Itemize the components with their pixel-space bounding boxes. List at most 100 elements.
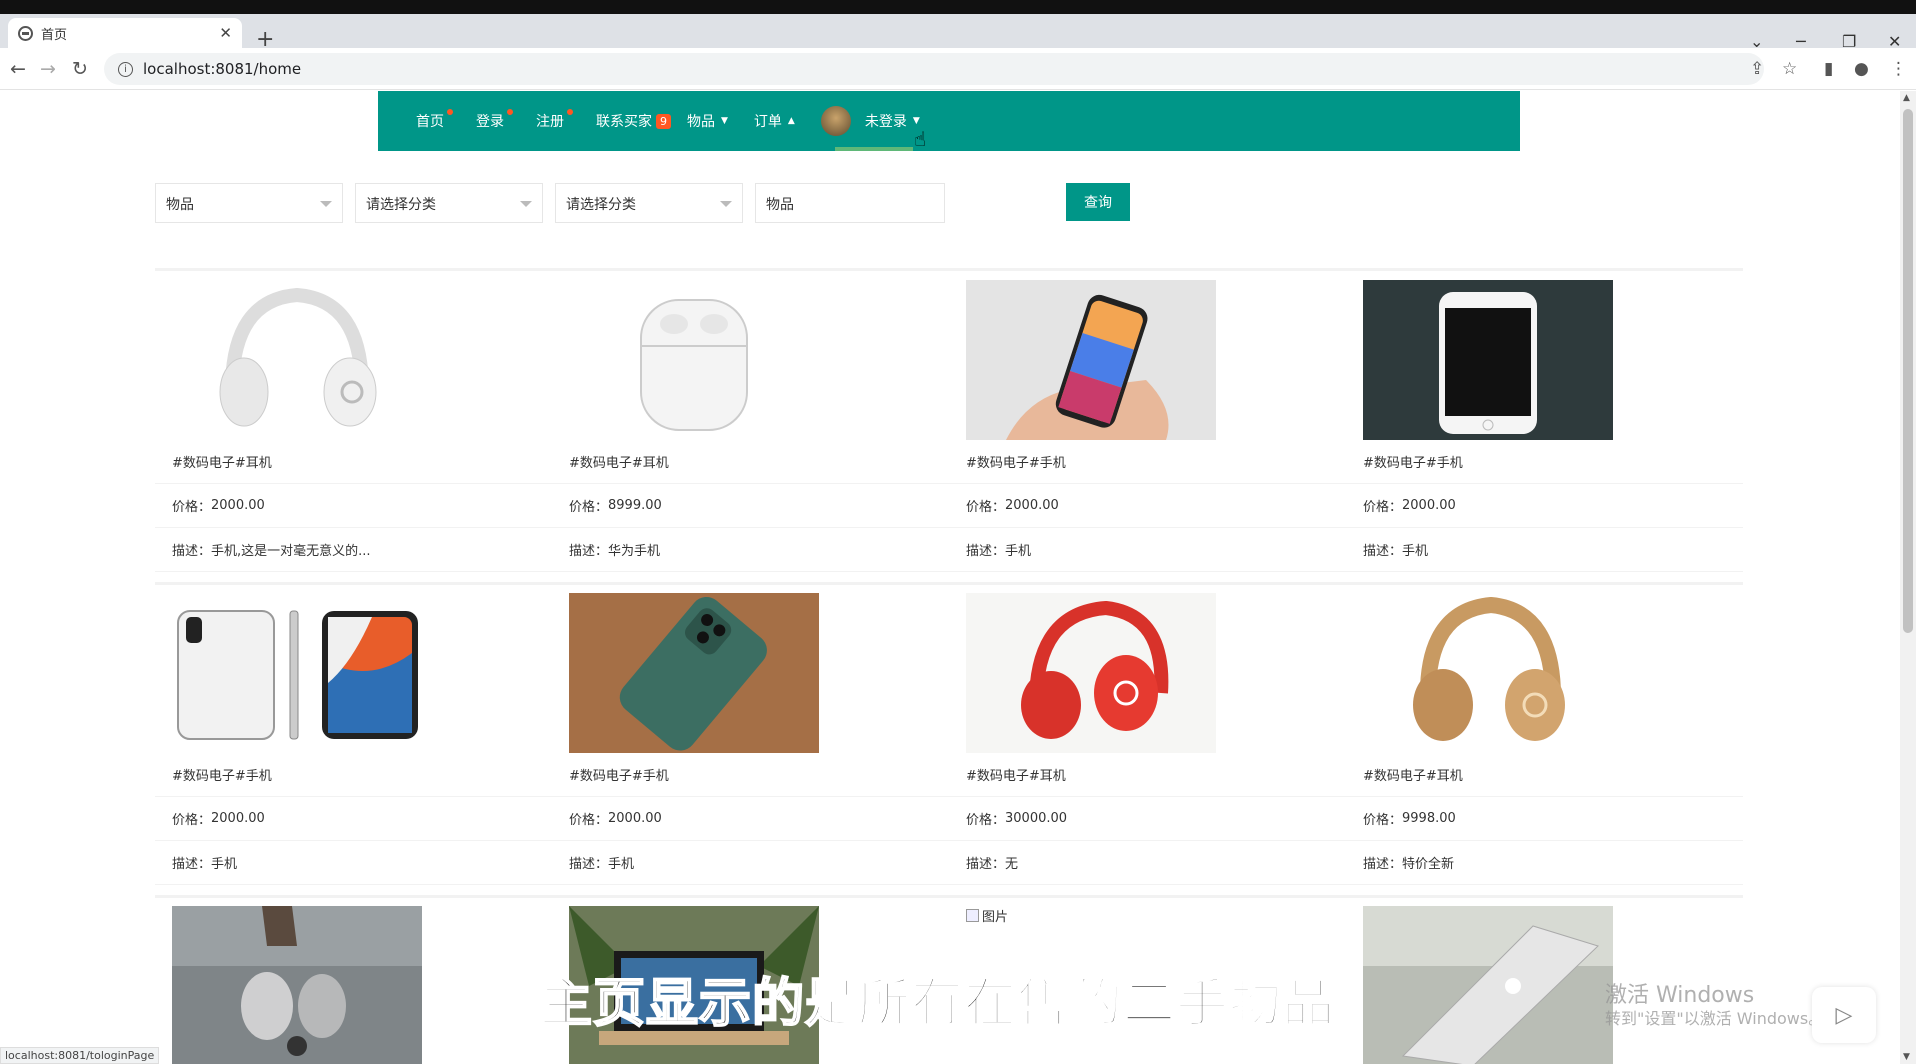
query-button[interactable]: 查询 [1066, 183, 1130, 221]
scroll-down-icon[interactable]: ▼ [1903, 1052, 1910, 1062]
product-image[interactable] [1363, 280, 1613, 440]
product-desc-row: 描述： 手机 [155, 841, 552, 885]
browser-tab[interactable]: 首页 ✕ [8, 18, 242, 48]
reload-icon[interactable]: ↻ [72, 58, 88, 80]
category-select-1[interactable]: 请选择分类 [355, 183, 543, 223]
nav-items-menu[interactable]: 物品 ▼ [687, 111, 728, 131]
broken-image[interactable]: 图片 [966, 906, 1008, 925]
grey-headphones-image [172, 906, 422, 1064]
nav-home-label: 首页 [416, 114, 444, 130]
divider [155, 268, 1743, 271]
white-headphones-image [172, 280, 422, 440]
desc-value: 无 [1005, 857, 1019, 872]
dropdown-arrow-icon [720, 201, 732, 207]
product-image[interactable] [172, 906, 422, 1064]
price-label: 价格： [1363, 813, 1403, 828]
address-bar: ← → ↻ i localhost:8081/home ⇪ ☆ ▮ ● ⋮ [0, 48, 1916, 90]
product-desc-row: 描述： 手机 [949, 528, 1346, 572]
tab-title: 首页 [41, 27, 68, 43]
price-label: 价格： [172, 813, 212, 828]
activation-watermark-hint: 转到"设置"以激活 Windows。 [1605, 1009, 1825, 1028]
nav-contact-buyer[interactable]: 联系买家 9 [596, 111, 671, 131]
nav-user-menu[interactable]: 未登录 ▼ [820, 106, 920, 136]
play-icon[interactable]: ▷ [1812, 987, 1876, 1043]
price-value: 2000.00 [211, 498, 265, 513]
scroll-up-icon[interactable]: ▲ [1903, 93, 1910, 103]
desc-value: 手机,这是一对毫无意义的... [211, 544, 371, 559]
product-desc-row: 描述： 手机 [1346, 528, 1743, 572]
product-image[interactable] [966, 280, 1216, 440]
nav-active-indicator [835, 147, 913, 151]
desc-label: 描述： [569, 857, 609, 872]
product-price-row: 价格： 2000.00 [552, 797, 949, 841]
price-value: 30000.00 [1005, 811, 1068, 826]
side-panel-icon[interactable]: ▮ [1824, 59, 1833, 79]
product-tag: #数码电子#耳机 [155, 440, 552, 484]
price-value: 2000.00 [1005, 498, 1059, 513]
desc-label: 描述： [172, 544, 212, 559]
nav-orders-menu[interactable]: 订单 ▲ [754, 111, 795, 131]
caret-up-icon: ▲ [787, 116, 795, 126]
avatar [820, 106, 851, 136]
url-text: localhost:8081/home [143, 60, 302, 78]
price-label: 价格： [172, 500, 212, 515]
globe-icon [18, 25, 33, 41]
tab-strip: 首页 ✕ + ⌄ ─ ❐ ✕ [0, 14, 1916, 51]
product-desc-row: 描述： 特价全新 [1346, 841, 1743, 885]
scroll-thumb[interactable] [1903, 109, 1913, 633]
page-content: 首页 登录 注册 联系买家 9 物品 ▼ 订单 ▲ 未登录 ▼ ☝ 物品 请选择… [0, 91, 1900, 1064]
page-scrollbar[interactable]: ▲ ▼ [1900, 91, 1916, 1064]
product-tag: #数码电子#耳机 [1346, 753, 1743, 797]
price-value: 2000.00 [1402, 498, 1456, 513]
forward-icon[interactable]: → [40, 58, 56, 80]
main-nav: 首页 登录 注册 联系买家 9 物品 ▼ 订单 ▲ 未登录 ▼ [378, 91, 1520, 151]
window-top-strip [0, 0, 1916, 14]
category-select-2[interactable]: 请选择分类 [555, 183, 743, 223]
bookmark-star-icon[interactable]: ☆ [1782, 59, 1797, 79]
new-dot [567, 109, 573, 115]
desc-label: 描述： [1363, 857, 1403, 872]
product-image[interactable] [1363, 593, 1613, 753]
back-icon[interactable]: ← [10, 58, 26, 80]
product-image[interactable] [172, 593, 422, 753]
nav-contact-label: 联系买家 [596, 114, 652, 130]
nav-orders-label: 订单 [753, 114, 782, 130]
divider [155, 582, 1743, 585]
product-price-row: 价格： 2000.00 [1346, 484, 1743, 528]
url-field[interactable]: i localhost:8081/home [104, 53, 1764, 85]
price-value: 8999.00 [608, 498, 662, 513]
product-image[interactable] [1363, 906, 1613, 1064]
close-icon[interactable]: ✕ [219, 24, 232, 42]
product-image[interactable] [172, 280, 422, 440]
product-price-row: 价格： 9998.00 [1346, 797, 1743, 841]
nav-login[interactable]: 登录 [476, 109, 513, 131]
iphone-in-hand-image [966, 280, 1216, 440]
price-label: 价格： [1363, 500, 1403, 515]
broken-image-icon [966, 909, 979, 922]
profile-icon[interactable]: ● [1854, 59, 1869, 79]
product-desc-row: 描述： 手机 [552, 841, 949, 885]
search-input-value: 物品 [766, 197, 794, 213]
nav-register-label: 注册 [536, 114, 564, 130]
price-label: 价格： [966, 500, 1006, 515]
product-price-row: 价格： 8999.00 [552, 484, 949, 528]
product-image[interactable] [966, 593, 1216, 753]
desc-label: 描述： [966, 544, 1006, 559]
product-tag: #数码电子#耳机 [552, 440, 949, 484]
new-dot [507, 109, 513, 115]
nav-user-label: 未登录 [864, 114, 907, 130]
nav-register[interactable]: 注册 [536, 109, 573, 131]
video-subtitle: 主页显示的是所有在售的二手物品 [539, 973, 1336, 1035]
product-image[interactable] [569, 280, 819, 440]
item-type-select[interactable]: 物品 [155, 183, 343, 223]
menu-icon[interactable]: ⋮ [1890, 59, 1907, 79]
product-image[interactable] [569, 593, 819, 753]
nav-home[interactable]: 首页 [416, 109, 453, 131]
product-price-row: 价格： 2000.00 [155, 797, 552, 841]
info-icon[interactable]: i [118, 61, 133, 77]
share-icon[interactable]: ⇪ [1750, 59, 1764, 79]
new-tab-icon[interactable]: + [256, 29, 274, 51]
price-value: 2000.00 [211, 811, 265, 826]
desc-label: 描述： [966, 857, 1006, 872]
red-headphones-image [966, 593, 1216, 753]
